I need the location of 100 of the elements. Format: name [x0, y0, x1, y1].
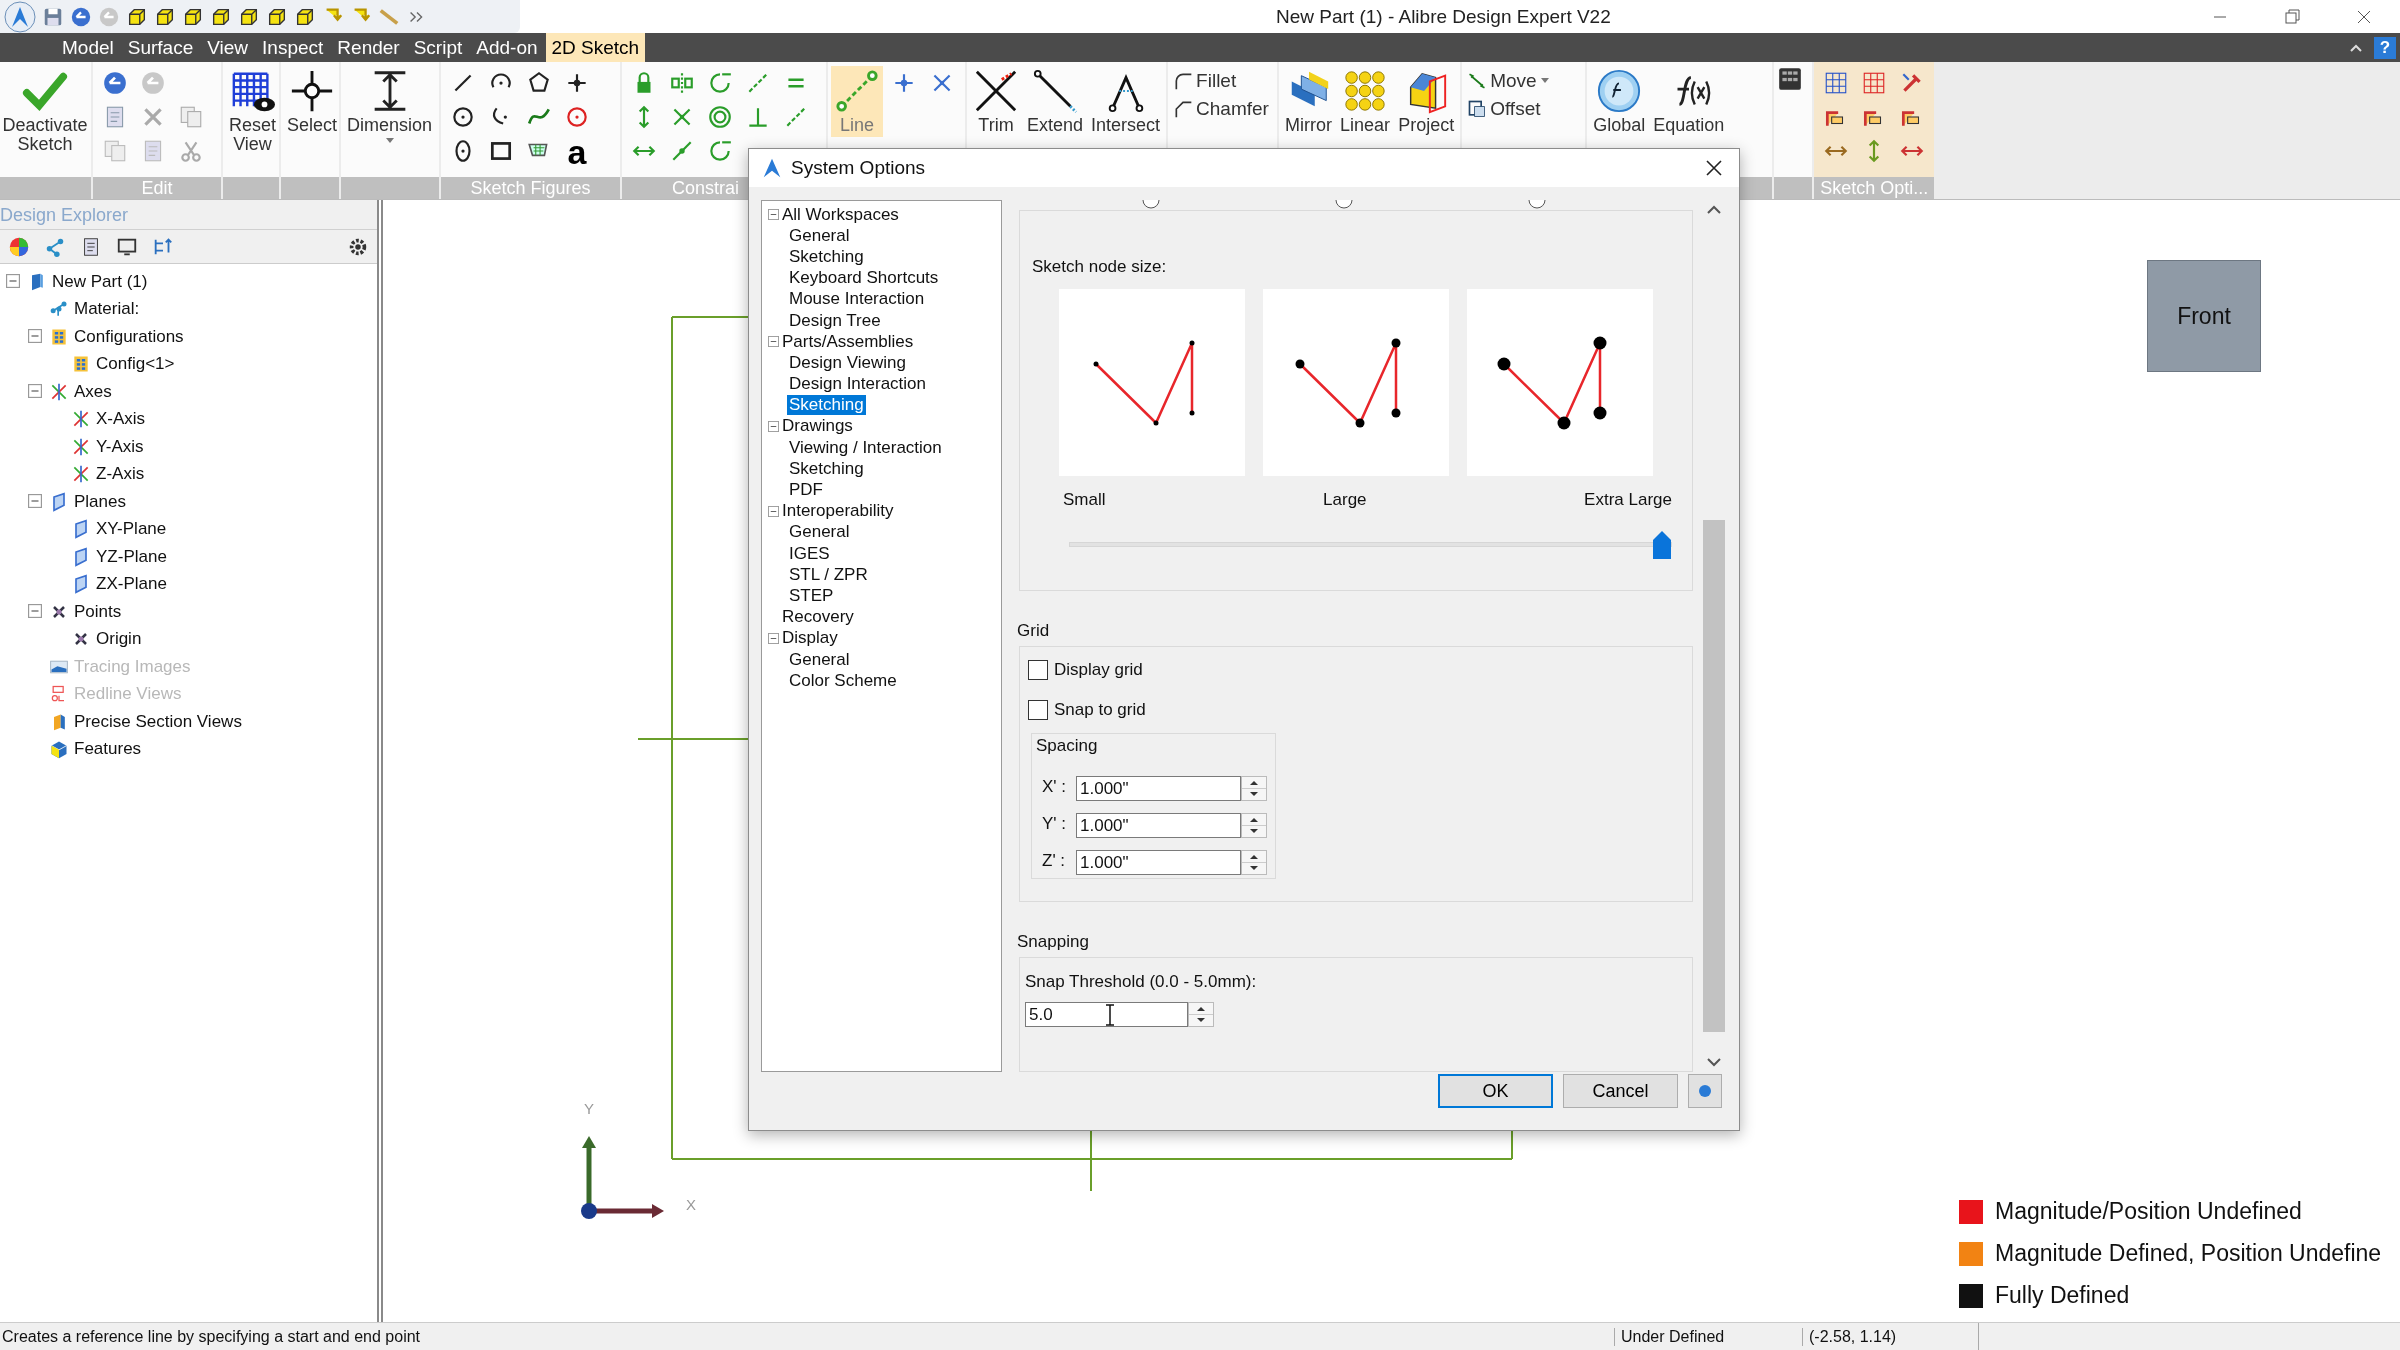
collapse-icon[interactable]	[6, 273, 20, 288]
ribbon-button[interactable]: Equation	[1650, 66, 1728, 137]
input-field[interactable]: 5.0	[1025, 1002, 1188, 1028]
restore-icon[interactable]	[2282, 6, 2302, 27]
collapse-icon[interactable]	[768, 420, 779, 432]
tree-item[interactable]: Recovery	[780, 607, 856, 628]
input-field[interactable]: 1.000"	[1076, 776, 1241, 801]
tree-item[interactable]: STL / ZPR	[787, 564, 870, 585]
checkbox[interactable]	[1028, 660, 1048, 680]
undo-icon[interactable]	[70, 5, 92, 28]
tangent-icon[interactable]	[707, 70, 733, 96]
collapse-icon[interactable]	[28, 493, 42, 508]
spinner-arrows[interactable]	[1241, 813, 1267, 838]
help-icon[interactable]	[1698, 1084, 1712, 1098]
tree-item[interactable]: PDF	[787, 480, 825, 501]
tree-item[interactable]: Points	[74, 601, 122, 622]
ribbon-button[interactable]: Move	[1465, 70, 1552, 92]
spinner-arrows[interactable]	[1188, 1002, 1214, 1028]
ribbon-button[interactable]: Linear	[1337, 66, 1394, 137]
dialog-button[interactable]: OK	[1438, 1074, 1553, 1108]
ribbon-button[interactable]: Mirror	[1282, 66, 1336, 137]
tree-item[interactable]: Y-Axis	[96, 436, 144, 457]
ribbon-button[interactable]: Offset	[1465, 98, 1552, 120]
tree-item[interactable]: Viewing / Interaction	[787, 437, 944, 458]
tree-item[interactable]: Interoperability	[780, 501, 896, 522]
spinner-arrows[interactable]	[1241, 776, 1267, 801]
tree-item[interactable]: Features	[74, 739, 142, 760]
close-icon[interactable]	[1705, 159, 1723, 177]
ribbon-button[interactable]: Global	[1590, 66, 1649, 137]
menu-tab[interactable]: Render	[331, 33, 406, 62]
tree-item[interactable]: Display	[780, 628, 840, 649]
tree-item[interactable]: Design Interaction	[787, 374, 929, 395]
collapse-icon[interactable]	[768, 632, 779, 644]
collapse-icon[interactable]	[28, 328, 42, 343]
radio-button[interactable]	[1334, 200, 1353, 210]
collapse-icon[interactable]	[28, 603, 42, 618]
tangent-icon[interactable]	[707, 138, 733, 164]
help-button[interactable]: ?	[2374, 36, 2396, 59]
tree-item[interactable]: YZ-Plane	[96, 546, 167, 567]
text-tool-button[interactable]: a	[564, 138, 590, 166]
scroll-up-icon[interactable]	[1706, 204, 1722, 216]
tree-item[interactable]: New Part (1)	[52, 271, 148, 292]
tree-item[interactable]: Parts/Assemblies	[780, 331, 916, 352]
concentric-circles-icon[interactable]	[707, 104, 733, 130]
input-field[interactable]: 1.000"	[1076, 850, 1241, 875]
slider-thumb[interactable]	[1652, 529, 1672, 560]
collapse-icon[interactable]	[768, 505, 779, 517]
tree-item[interactable]: Precise Section Views	[74, 711, 242, 732]
collapse-icon[interactable]	[768, 336, 779, 348]
keypad-icon[interactable]	[1777, 66, 1804, 92]
ribbon-button[interactable]: Chamfer	[1171, 98, 1271, 120]
menu-tab[interactable]: Model	[56, 33, 120, 62]
tree-item[interactable]: All Workspaces	[780, 204, 901, 225]
tree-item[interactable]: Color Scheme	[787, 670, 899, 691]
radio-button[interactable]	[1141, 200, 1160, 210]
logo-icon[interactable]	[4, 0, 36, 33]
tree-item[interactable]: Planes	[74, 491, 126, 512]
tree-item[interactable]: ZX-Plane	[96, 574, 167, 595]
ribbon-button[interactable]: Intersect	[1088, 66, 1164, 137]
tree-item[interactable]: Origin	[96, 629, 142, 650]
menu-tab[interactable]: 2D Sketch	[545, 33, 646, 62]
ribbon-button[interactable]: Trim	[970, 66, 1022, 137]
menu-tab[interactable]: Script	[407, 33, 469, 62]
line-tool-button[interactable]: Line	[831, 66, 883, 137]
tree-item[interactable]: Config<1>	[96, 354, 175, 375]
symmetry-icon[interactable]	[669, 70, 695, 96]
slider[interactable]	[1069, 529, 1672, 560]
tree-item[interactable]: Z-Axis	[96, 464, 145, 485]
checkbox[interactable]	[1028, 700, 1048, 720]
tree-item[interactable]: Axes	[74, 381, 112, 402]
menu-tab[interactable]: Inspect	[256, 33, 330, 62]
tree-item[interactable]: IGES	[787, 543, 832, 564]
tree-item[interactable]: XY-Plane	[96, 519, 167, 540]
spinner-arrows[interactable]	[1241, 850, 1267, 875]
tree-item[interactable]: Material:	[74, 299, 140, 320]
tree-item[interactable]: Sketching	[787, 395, 866, 416]
tree-item[interactable]: X-Axis	[96, 409, 146, 430]
tree-item[interactable]: Design Viewing	[787, 352, 908, 373]
menu-tab[interactable]: Add-on	[470, 33, 544, 62]
tree-item[interactable]: Sketching	[787, 246, 866, 267]
ribbon-button[interactable]: Extend	[1024, 66, 1087, 137]
dialog-button[interactable]: Cancel	[1563, 1074, 1678, 1108]
circle-icon[interactable]	[450, 104, 476, 130]
menu-tab[interactable]: Surface	[121, 33, 200, 62]
collapse-icon[interactable]	[768, 209, 779, 221]
scrollbar-thumb[interactable]	[1703, 520, 1725, 1032]
tree-item[interactable]: Drawings	[780, 416, 855, 437]
menu-tab[interactable]: View	[201, 33, 255, 62]
ribbon-button[interactable]: Project	[1395, 66, 1458, 137]
tree-item[interactable]: STEP	[787, 585, 836, 606]
scroll-down-icon[interactable]	[1706, 1056, 1722, 1068]
tree-item[interactable]: Configurations	[74, 326, 184, 347]
undo-icon[interactable]	[102, 70, 128, 96]
view-label[interactable]: Front	[2147, 260, 2261, 372]
collapse-icon[interactable]	[28, 383, 42, 398]
color-wheel-icon[interactable]	[8, 235, 30, 258]
input-field[interactable]: 1.000"	[1076, 813, 1241, 838]
tree-item[interactable]: Keyboard Shortcuts	[787, 268, 941, 289]
tree-item[interactable]: Design Tree	[787, 310, 883, 331]
ribbon-button[interactable]: Fillet	[1171, 70, 1271, 92]
